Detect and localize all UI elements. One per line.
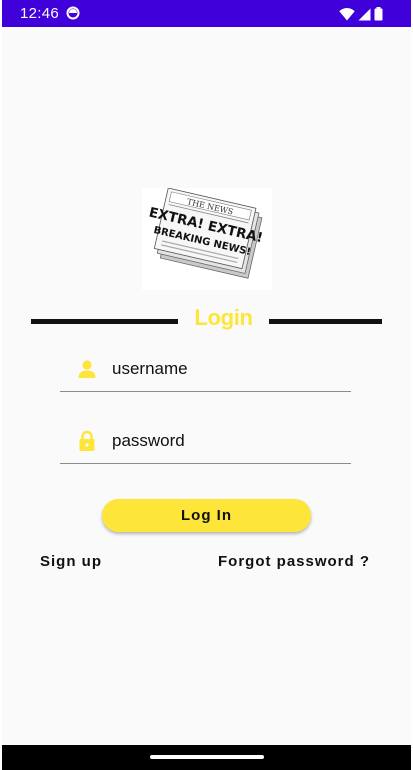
title-divider-right [269,319,382,324]
person-icon [78,360,96,378]
password-underline [60,463,351,464]
password-input[interactable] [112,426,342,456]
title-divider-left [31,319,178,324]
login-screen: 12:46 THE NEWS EXTRA! EXTRA! BREAKING NE… [2,0,411,770]
username-underline [60,391,351,392]
password-field [60,418,351,464]
newspaper-logo: THE NEWS EXTRA! EXTRA! BREAKING NEWS! [142,188,272,290]
login-title: Login [194,305,253,330]
home-handle[interactable] [150,755,264,759]
lock-icon [79,430,95,451]
username-input[interactable] [112,354,342,384]
signal-icon [358,8,371,20]
navigation-bar [2,745,411,770]
status-bar: 12:46 [2,0,411,27]
status-icons [339,7,383,21]
forgot-password-link[interactable]: Forgot password ? [218,553,370,570]
status-time: 12:46 [20,5,60,22]
login-button[interactable]: Log In [102,499,311,532]
wifi-icon [339,7,355,20]
username-field [60,346,351,392]
sign-up-link[interactable]: Sign up [40,553,102,570]
battery-icon [374,7,383,21]
sync-icon [66,6,80,20]
